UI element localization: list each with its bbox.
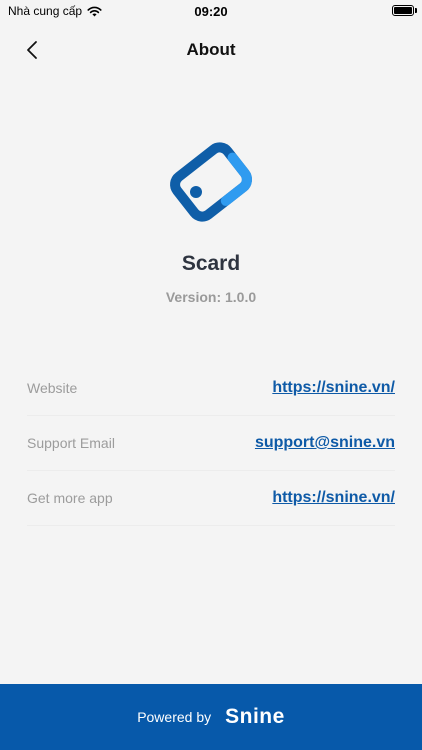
footer: Powered by Snine: [0, 684, 422, 750]
status-bar: Nhà cung cấp 09:20: [0, 0, 422, 24]
info-row-website: Website https://snine.vn/: [27, 361, 395, 416]
info-row-get-more-app: Get more app https://snine.vn/: [27, 471, 395, 526]
battery-tip: [415, 8, 417, 13]
info-list: Website https://snine.vn/ Support Email …: [27, 361, 395, 526]
app-logo-icon: [170, 142, 252, 222]
battery-level: [394, 7, 412, 14]
battery-icon: [392, 5, 414, 16]
info-label-website: Website: [27, 380, 78, 396]
info-row-support-email: Support Email support@snine.vn: [27, 416, 395, 471]
get-more-app-link[interactable]: https://snine.vn/: [272, 489, 395, 507]
powered-by-label: Powered by: [137, 709, 212, 725]
app-logo-container: [0, 132, 422, 232]
brand-logo: Snine: [225, 705, 285, 728]
support-email-link[interactable]: support@snine.vn: [255, 434, 395, 452]
status-time: 09:20: [194, 4, 228, 19]
app-version: Version: 1.0.0: [165, 289, 257, 305]
nav-bar: About: [0, 30, 422, 70]
app-name: Scard: [181, 252, 241, 275]
info-label-support-email: Support Email: [27, 435, 115, 451]
info-label-get-more-app: Get more app: [27, 490, 113, 506]
page-title: About: [186, 40, 236, 59]
website-link[interactable]: https://snine.vn/: [272, 379, 395, 397]
